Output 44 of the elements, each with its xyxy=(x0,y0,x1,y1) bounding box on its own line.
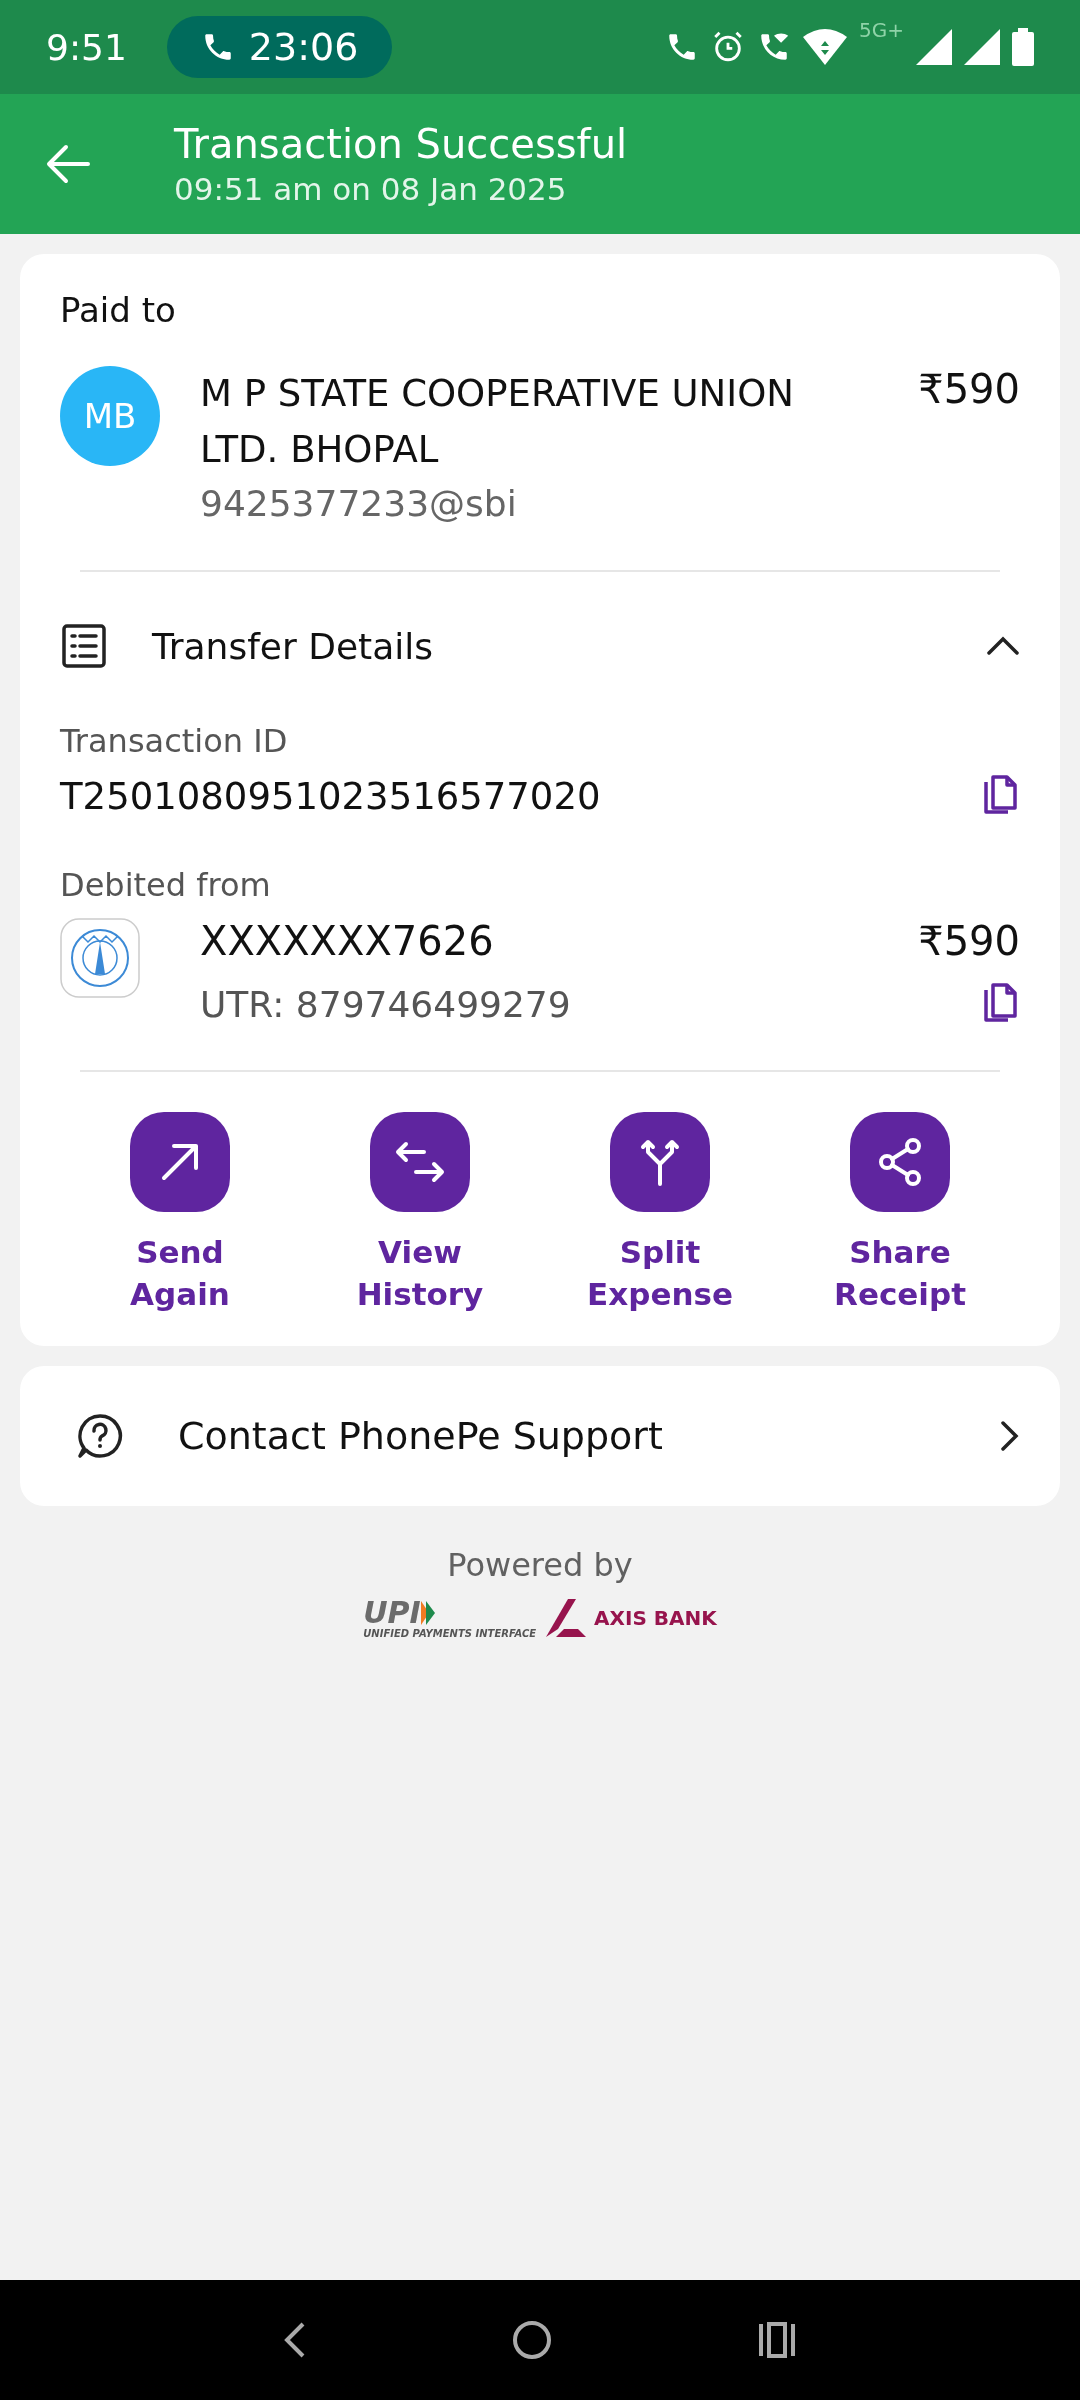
payee-upi-id: 9425377233@sbi xyxy=(200,483,518,524)
network-type: 5G+ xyxy=(859,18,904,42)
call-timer-pill[interactable]: 23:06 xyxy=(166,16,393,78)
back-icon[interactable] xyxy=(46,144,90,184)
screen-title: Transaction Successful xyxy=(174,121,628,167)
powered-by-label: Powered by xyxy=(447,1545,633,1584)
action-button[interactable]: View History xyxy=(300,1112,540,1316)
status-time: 9:51 xyxy=(46,26,127,68)
bank-logo-icon xyxy=(60,918,140,998)
paid-amount: ₹590 xyxy=(918,366,1020,412)
transaction-id-label: Transaction ID xyxy=(60,722,289,760)
debited-from-label: Debited from xyxy=(60,866,272,904)
share-icon xyxy=(877,1137,923,1187)
chevron-icon[interactable] xyxy=(986,636,1020,656)
battery-icon xyxy=(1012,28,1034,66)
call-timer: 23:06 xyxy=(248,25,359,69)
help-icon xyxy=(76,1411,124,1460)
upi-tagline: UNIFIED PAYMENTS INTERFACE xyxy=(363,1627,537,1639)
action-button[interactable]: Send Again xyxy=(60,1112,300,1316)
signal-icon xyxy=(964,29,1000,65)
split-icon xyxy=(640,1138,680,1186)
payee-name: M P STATE COOPERATIVE UNION LTD. BHOPAL xyxy=(200,371,795,473)
action-button[interactable]: Split Expense xyxy=(540,1112,780,1316)
chevron-right-icon xyxy=(1000,1419,1020,1452)
recents-nav-icon[interactable] xyxy=(757,2322,798,2358)
transaction-id: T2501080951023516577020 xyxy=(60,774,602,818)
paid-to-label: Paid to xyxy=(60,290,177,330)
payee-avatar: MB xyxy=(60,366,160,466)
action-button[interactable]: Share Receipt xyxy=(780,1112,1020,1316)
upi-arrow-icon xyxy=(420,1600,435,1625)
wifi-icon xyxy=(803,29,847,65)
debited-amount: ₹590 xyxy=(918,918,1020,964)
swap-arrows-icon xyxy=(394,1140,446,1184)
account-number: XXXXXXX7626 xyxy=(200,918,495,964)
upi-logo: UPI xyxy=(363,1597,421,1628)
back-nav-icon[interactable] xyxy=(282,2320,307,2360)
utr-number: UTR: 879746499279 xyxy=(200,983,572,1025)
home-nav-icon[interactable] xyxy=(512,2320,552,2360)
transfer-details-title: Transfer Details xyxy=(152,625,434,667)
bank-name: AXIS BANK xyxy=(594,1606,717,1631)
signal-icon xyxy=(916,29,952,65)
support-button[interactable]: Contact PhonePe Support xyxy=(20,1365,1060,1506)
transaction-time: 09:51 am on 08 Jan 2025 xyxy=(174,171,568,207)
receipt-list-icon xyxy=(60,622,108,670)
